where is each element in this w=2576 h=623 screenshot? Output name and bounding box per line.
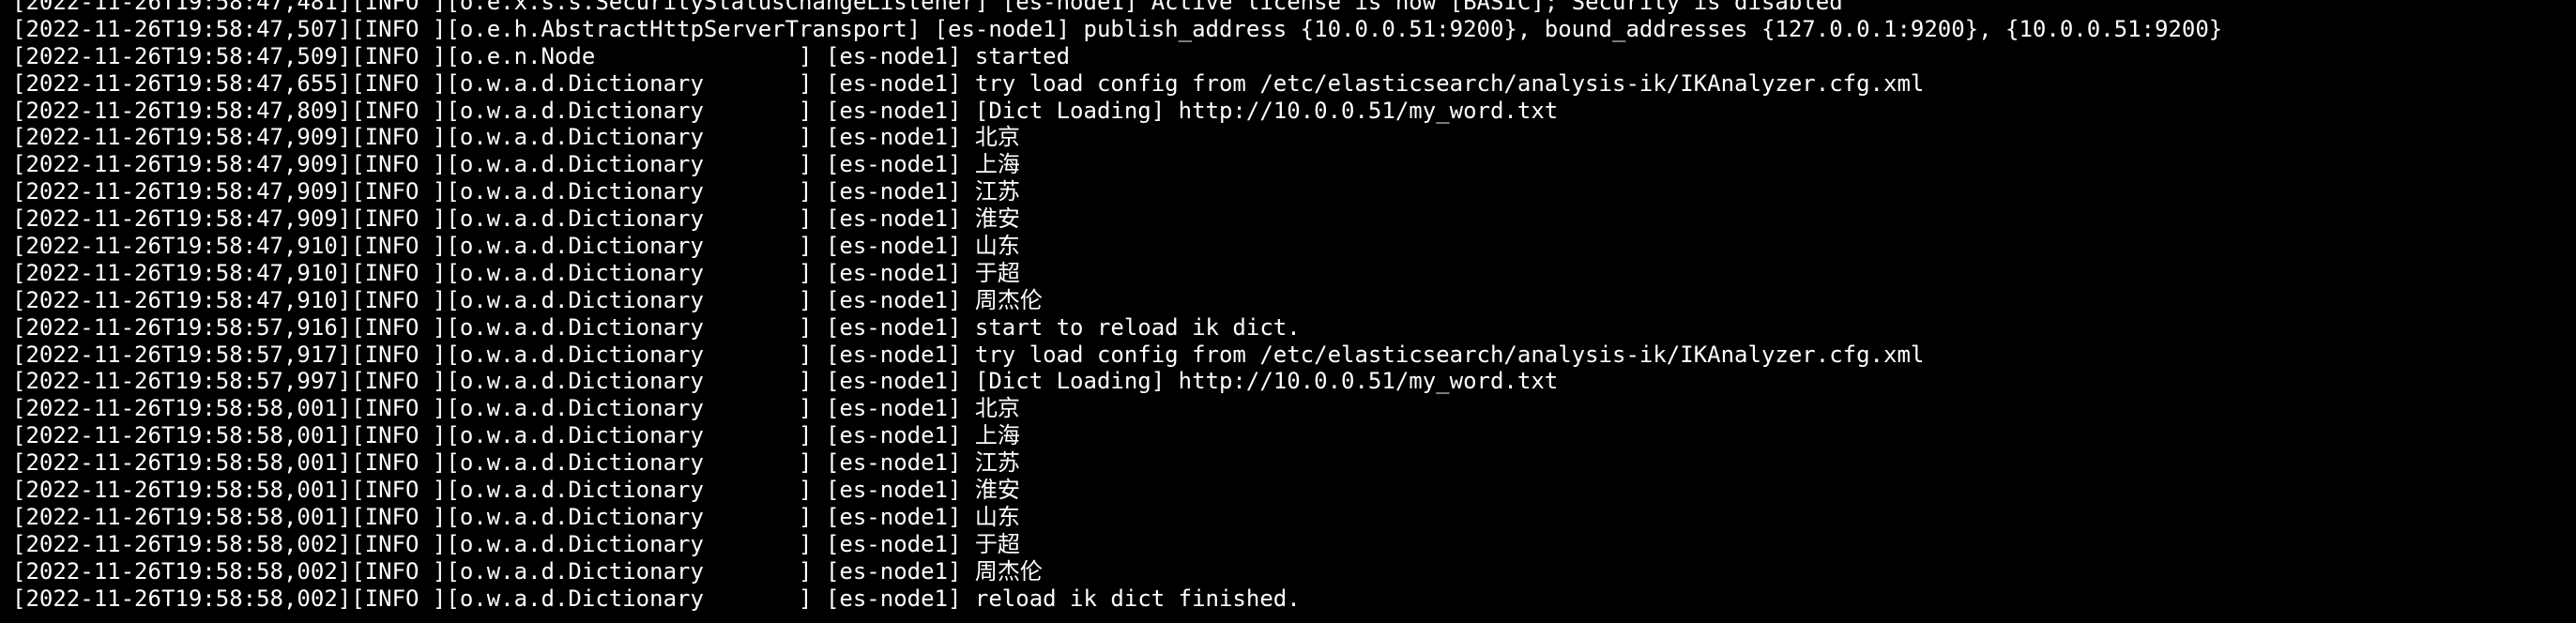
log-line: [2022-11-26T19:58:58,002][INFO ][o.w.a.d… [12, 530, 1020, 557]
log-line: [2022-11-26T19:58:58,001][INFO ][o.w.a.d… [12, 395, 1020, 422]
log-line: [2022-11-26T19:58:57,916][INFO ][o.w.a.d… [12, 313, 1301, 341]
log-line: [2022-11-26T19:58:58,002][INFO ][o.w.a.d… [12, 557, 1043, 585]
log-line: [2022-11-26T19:58:47,910][INFO ][o.w.a.d… [12, 259, 1020, 286]
log-line: [2022-11-26T19:58:47,509][INFO ][o.e.n.N… [12, 42, 1071, 69]
log-line: [2022-11-26T19:58:47,910][INFO ][o.w.a.d… [12, 286, 1043, 313]
log-line: [2022-11-26T19:58:58,001][INFO ][o.w.a.d… [12, 477, 1020, 504]
log-line: [2022-11-26T19:58:58,001][INFO ][o.w.a.d… [12, 422, 1020, 449]
log-line: [2022-11-26T19:58:47,507][INFO ][o.e.h.A… [12, 15, 2223, 42]
log-line: [2022-11-26T19:58:47,809][INFO ][o.w.a.d… [12, 97, 1559, 124]
log-line: [2022-11-26T19:58:57,997][INFO ][o.w.a.d… [12, 368, 1559, 395]
log-line: [2022-11-26T19:58:47,655][INFO ][o.w.a.d… [12, 69, 1925, 97]
log-output: [2022-11-26T19:58:47,481][INFO ][o.e.x.s… [12, 0, 2222, 612]
log-line: [2022-11-26T19:58:47,909][INFO ][o.w.a.d… [12, 205, 1020, 233]
log-line: [2022-11-26T19:58:47,909][INFO ][o.w.a.d… [12, 151, 1020, 178]
log-line: [2022-11-26T19:58:58,001][INFO ][o.w.a.d… [12, 449, 1020, 477]
log-line: [2022-11-26T19:58:58,001][INFO ][o.w.a.d… [12, 503, 1020, 530]
log-line: [2022-11-26T19:58:47,909][INFO ][o.w.a.d… [12, 124, 1020, 151]
terminal-window[interactable]: [2022-11-26T19:58:47,481][INFO ][o.e.x.s… [0, 0, 2576, 623]
log-line: [2022-11-26T19:58:47,481][INFO ][o.e.x.s… [12, 0, 1843, 15]
log-line: [2022-11-26T19:58:47,910][INFO ][o.w.a.d… [12, 233, 1020, 260]
log-line: [2022-11-26T19:58:58,002][INFO ][o.w.a.d… [12, 585, 1301, 612]
log-line: [2022-11-26T19:58:57,917][INFO ][o.w.a.d… [12, 341, 1925, 368]
log-line: [2022-11-26T19:58:47,909][INFO ][o.w.a.d… [12, 178, 1020, 205]
